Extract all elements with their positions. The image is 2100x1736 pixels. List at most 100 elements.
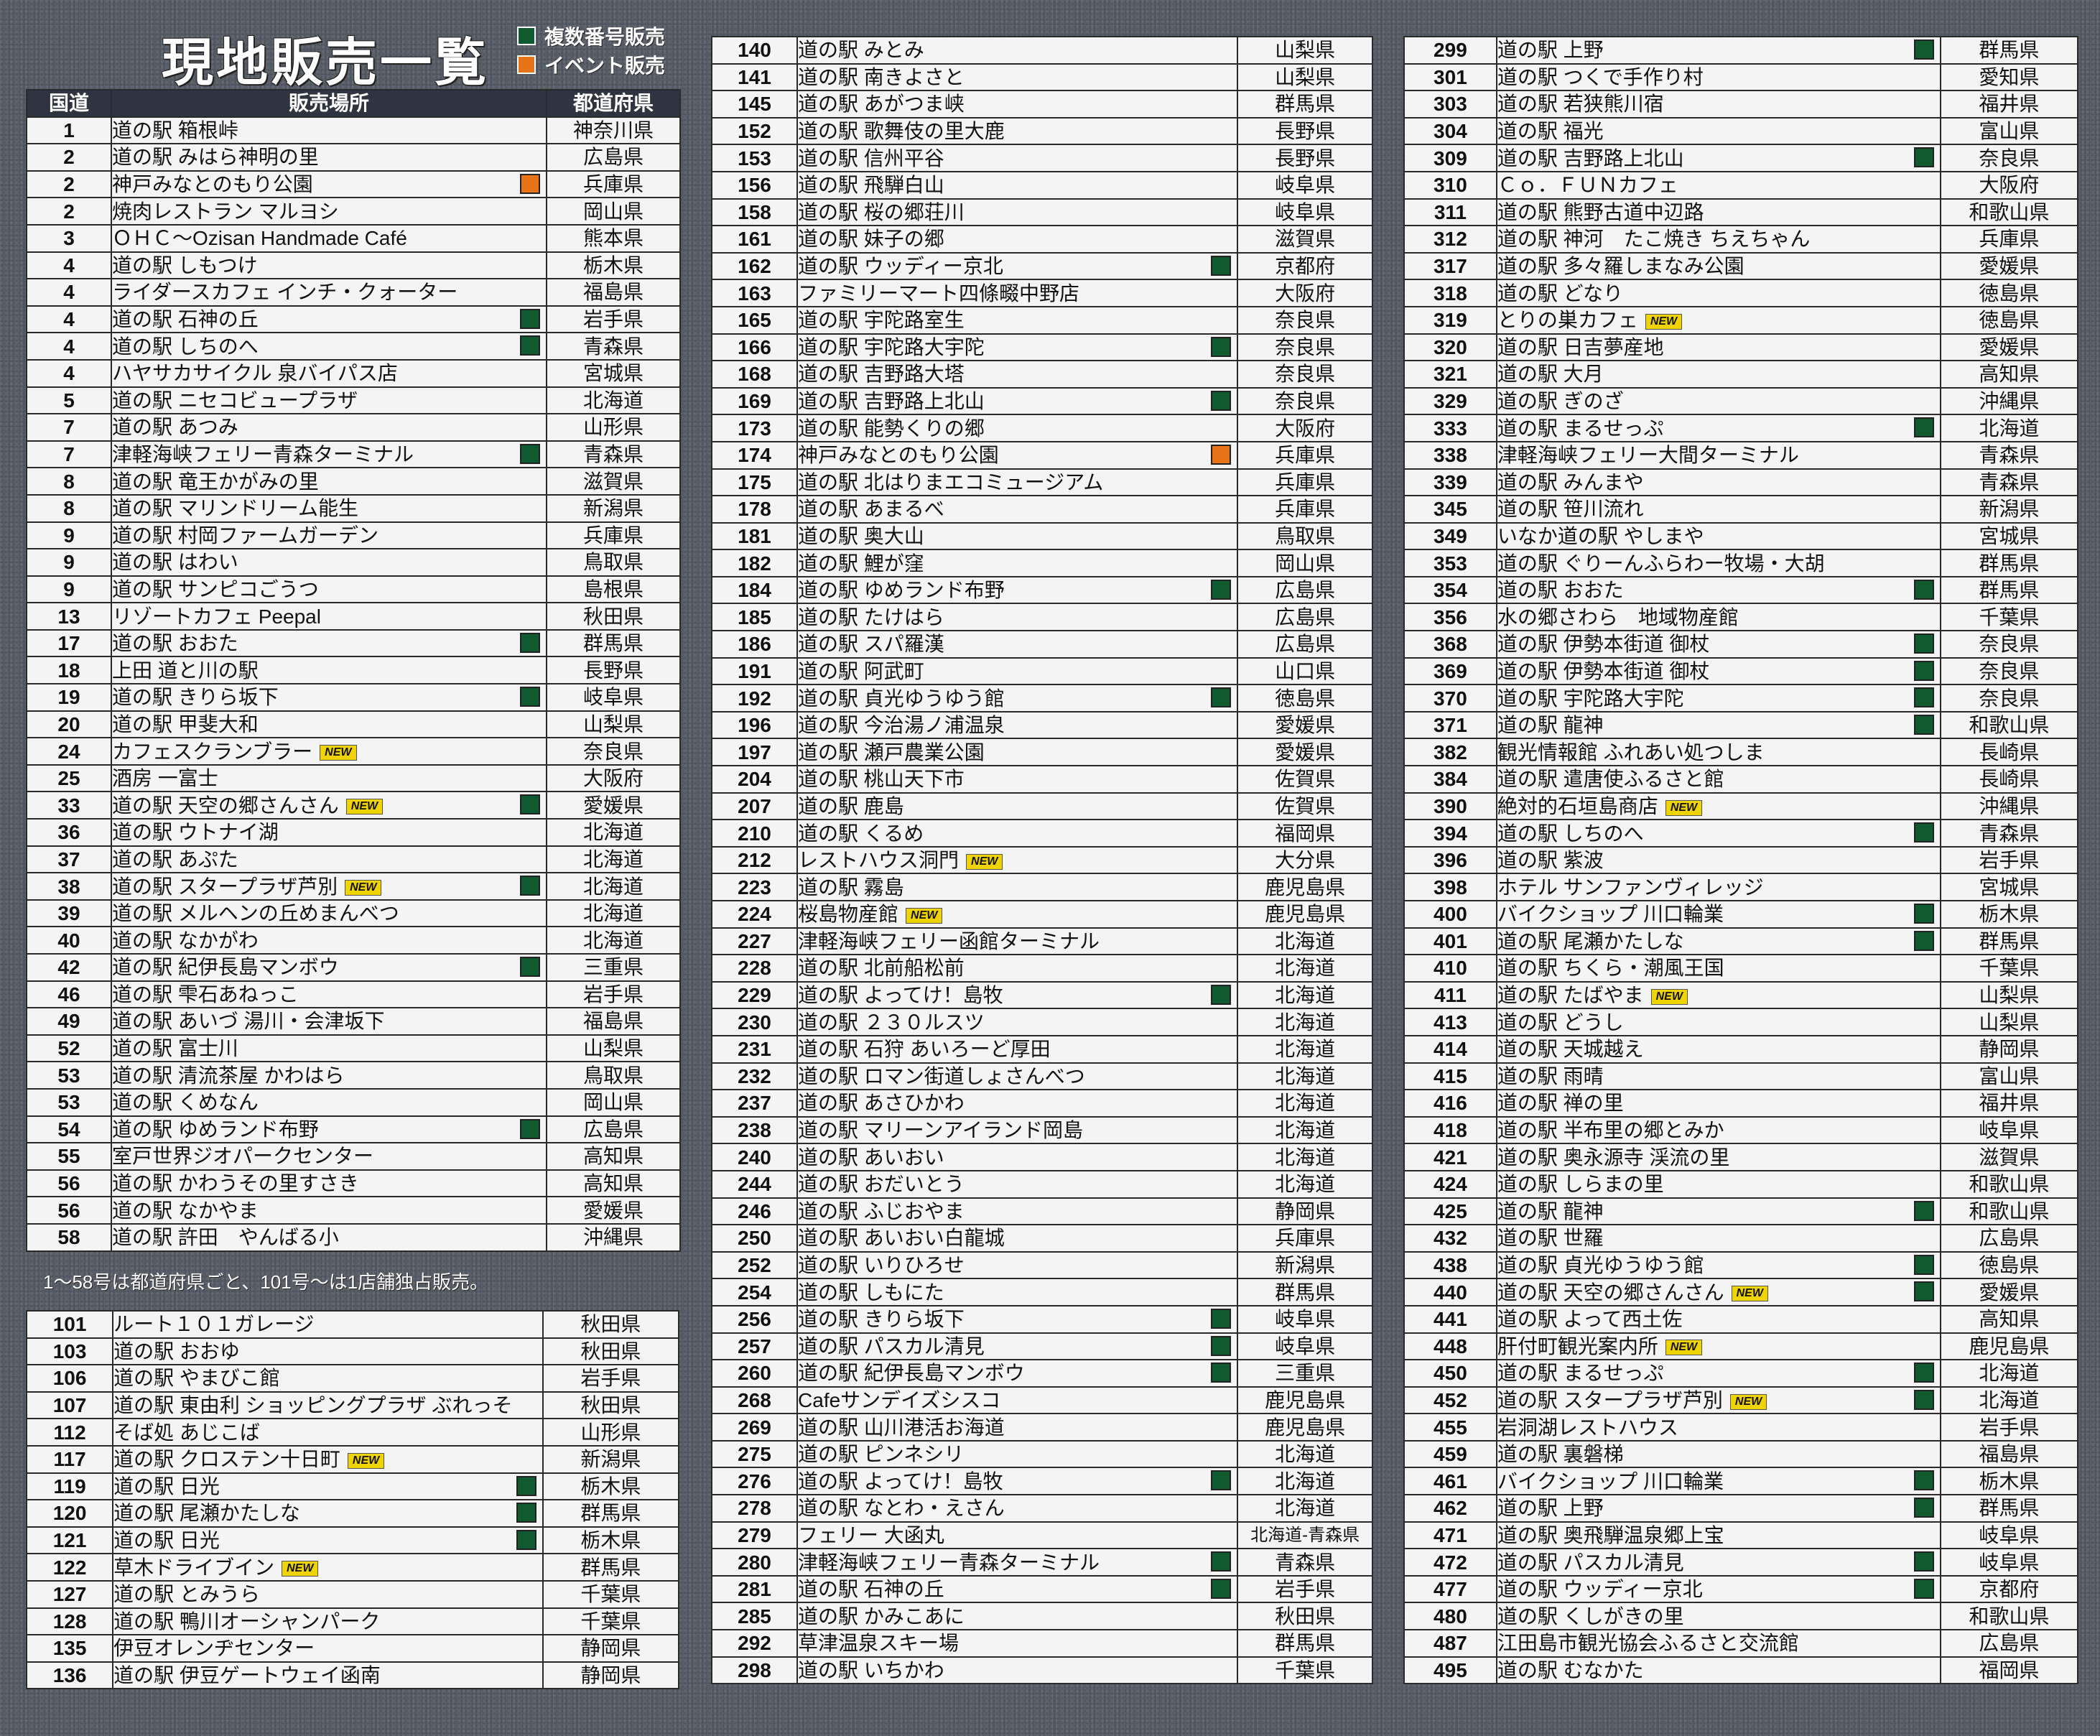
place-cell: 道の駅 ちくら・潮風王国 (1495, 954, 1941, 983)
place-name: 道の駅 おおゆ (113, 1340, 240, 1363)
route-number: 39 (26, 899, 112, 928)
place-cell: 草津温泉スキー場 (796, 1629, 1238, 1658)
place-cell: 道の駅 かみこあに (796, 1602, 1238, 1631)
place-cell: 道の駅 むなかた (1495, 1656, 1941, 1685)
route-number: 398 (1403, 873, 1497, 901)
place-name: 道の駅 日光 (113, 1475, 220, 1498)
place-cell: 道の駅 おだいとう (796, 1169, 1238, 1199)
prefecture: 山梨県 (546, 1034, 682, 1063)
prefecture: 岐阜県 (546, 683, 682, 712)
route-number: 410 (1403, 954, 1497, 983)
place-cell: 道の駅 福光 (1495, 116, 1941, 146)
prefecture: 兵庫県 (1237, 495, 1373, 524)
prefecture: 和歌山県 (1939, 1602, 2079, 1631)
place-name: 道の駅 石神の丘 (798, 1578, 944, 1601)
prefecture: 群馬県 (1237, 1629, 1373, 1658)
table-row: 487 江田島市観光協会ふるさと交流館 広島県 (1403, 1629, 2079, 1658)
table-row: 156 道の駅 飛騨白山 岐阜県 (710, 170, 1373, 200)
place-name: 道の駅 むなかた (1497, 1658, 1644, 1681)
place-cell: 道の駅 なかがわ (110, 926, 547, 955)
prefecture: 岐阜県 (1939, 1521, 2079, 1550)
place-cell: 肝付町観光案内所 NEW (1495, 1332, 1941, 1361)
prefecture: 岐阜県 (1237, 1304, 1373, 1334)
place-name: 津軽海峡フェリー函館ターミナル (798, 929, 1100, 952)
place-name: 道の駅 やまびこ館 (113, 1367, 280, 1390)
place-name: 道の駅 よって西土佐 (1497, 1308, 1683, 1331)
table-row: 424 道の駅 しらまの里 和歌山県 (1403, 1169, 2079, 1199)
place-name: 道の駅 宇陀路大宇陀 (798, 335, 985, 358)
table-row: 459 道の駅 裏磐梯 福島県 (1403, 1439, 2079, 1469)
place-cell: 焼肉レストラン マルヨシ (110, 197, 547, 226)
place-cell: 道の駅 阿武町 (796, 656, 1238, 686)
route-number: 416 (1403, 1089, 1497, 1118)
prefecture: 宮城県 (1939, 873, 2079, 901)
table-row: 2 焼肉レストラン マルヨシ 岡山県 (26, 197, 682, 226)
route-number: 55 (26, 1142, 112, 1171)
route-number: 204 (710, 765, 799, 794)
prefecture: 北海道 (1237, 1089, 1373, 1118)
route-number: 9 (26, 548, 112, 577)
place-name: 道の駅 桃山天下市 (798, 768, 965, 791)
table-row: 370 道の駅 宇陀路大宇陀 奈良県 (1403, 684, 2079, 712)
table-row: 40 道の駅 なかがわ 北海道 (26, 926, 682, 955)
route-number: 459 (1403, 1439, 1497, 1469)
orange-square-icon (520, 173, 541, 194)
place-cell: レストハウス洞門 NEW (796, 845, 1238, 875)
table-row: 136 道の駅 伊豆ゲートウェイ函南 静岡県 (25, 1661, 680, 1690)
place-cell: 道の駅 竜王かがみの里 (110, 467, 547, 496)
place-cell: 道の駅 石神の丘 (796, 1574, 1238, 1604)
place-cell: 桜島物産館 NEW (796, 900, 1238, 929)
place-name: 道の駅 しもつけ (112, 254, 258, 277)
table-row: 4 道の駅 しもつけ 栃木県 (26, 251, 682, 280)
table-row: 36 道の駅 ウトナイ湖 北海道 (26, 818, 682, 847)
route-number: 461 (1403, 1467, 1497, 1496)
place-name: 道の駅 しらまの里 (1497, 1173, 1664, 1196)
route-number: 310 (1403, 170, 1497, 200)
prefecture: 北海道 (1939, 414, 2079, 442)
place-name: 道の駅 しちのへ (112, 335, 259, 358)
prefecture: 山梨県 (546, 710, 682, 739)
table-row: 257 道の駅 パスカル清見 岐阜県 (710, 1332, 1373, 1361)
route-number: 8 (26, 467, 112, 496)
place-cell: 道の駅 ピンネシリ (796, 1439, 1238, 1469)
route-number: 252 (710, 1250, 799, 1280)
table-row: 196 道の駅 今治湯ノ浦温泉 愛媛県 (710, 710, 1373, 740)
place-cell: 道の駅 ウトナイ湖 (110, 818, 547, 847)
place-name: 道の駅 ぐりーんふらわー牧場・大胡 (1497, 552, 1825, 575)
table-row: 49 道の駅 あいづ 湯川・会津坂下 福島県 (26, 1007, 682, 1036)
place-cell: ルート１０１ガレージ (112, 1310, 543, 1339)
prefecture: 三重県 (546, 953, 682, 982)
place-name: 酒房 一富士 (112, 767, 218, 790)
prefecture: 愛媛県 (1939, 333, 2079, 362)
place-name: 道の駅 宇陀路大宇陀 (1497, 687, 1684, 710)
prefecture: 岩手県 (546, 305, 682, 334)
route-number: 197 (710, 738, 799, 767)
place-cell: 道の駅 神河 たこ焼き ちえちゃん (1495, 225, 1941, 254)
route-number: 232 (710, 1062, 799, 1091)
route-number: 2 (26, 143, 112, 172)
prefecture: 長野県 (1237, 116, 1373, 146)
place-name: 道の駅 はわい (112, 551, 238, 574)
place-name: 道の駅 鯉が窪 (798, 552, 924, 575)
route-number: 40 (26, 926, 112, 955)
prefecture: 鳥取県 (546, 548, 682, 577)
table-row: 135 伊豆オレンヂセンター 静岡県 (25, 1634, 680, 1663)
route-number: 1 (26, 116, 112, 145)
legend-item-multi: 複数番号販売 (517, 22, 665, 50)
place-name: 津軽海峡フェリー青森ターミナル (112, 443, 414, 466)
place-cell: 道の駅 箱根峠 (110, 116, 547, 145)
table-row: 276 道の駅 よってけ！島牧 北海道 (710, 1467, 1373, 1496)
route-number: 106 (25, 1364, 114, 1393)
route-number: 413 (1403, 1008, 1497, 1036)
prefecture: 青森県 (1237, 1548, 1373, 1577)
route-number: 166 (710, 333, 799, 362)
header: 現地販売一覧 複数番号販売 イベント販売 (22, 13, 675, 93)
prefecture: 岐阜県 (1939, 1548, 2079, 1577)
route-number: 185 (710, 603, 799, 632)
place-cell: 道の駅 たばやま NEW (1495, 980, 1941, 1010)
place-cell: 道の駅 熊野古道中辺路 (1495, 198, 1941, 227)
place-cell: 道の駅 マリンドリーム能生 (110, 493, 547, 523)
place-cell: 道の駅 天空の郷さんさん NEW (110, 791, 547, 820)
green-square-icon (520, 687, 541, 707)
route-number: 136 (25, 1661, 114, 1690)
